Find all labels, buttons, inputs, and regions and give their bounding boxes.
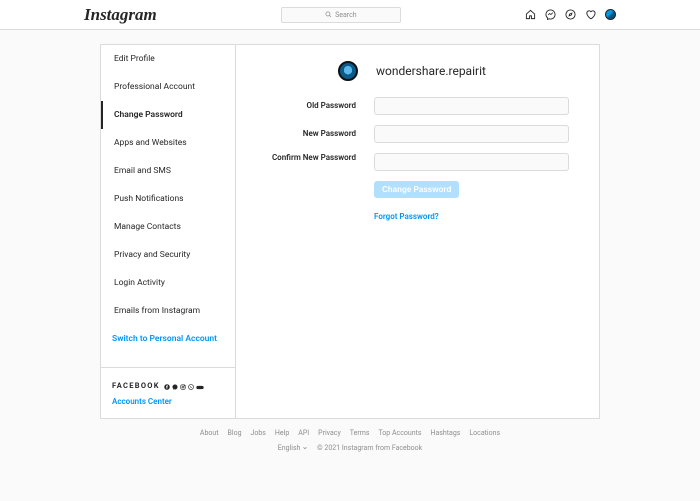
footer-link-privacy[interactable]: Privacy	[318, 429, 341, 437]
copyright-text: © 2021 Instagram from Facebook	[317, 444, 422, 452]
confirm-password-input[interactable]	[374, 153, 569, 171]
explore-icon[interactable]	[565, 9, 576, 20]
profile-header: wondershare.repairit	[338, 61, 569, 81]
footer-link-top-accounts[interactable]: Top Accounts	[378, 429, 421, 437]
switch-account-link[interactable]: Switch to Personal Account	[101, 325, 235, 353]
footer-link-help[interactable]: Help	[275, 429, 289, 437]
footer-link-blog[interactable]: Blog	[228, 429, 242, 437]
activity-icon[interactable]	[585, 9, 596, 20]
home-icon[interactable]	[525, 9, 536, 20]
forgot-password-link[interactable]: Forgot Password?	[374, 212, 569, 221]
sidebar-item-emails-instagram[interactable]: Emails from Instagram	[101, 297, 235, 325]
confirm-password-label: Confirm New Password	[266, 153, 356, 163]
sidebar-item-privacy-security[interactable]: Privacy and Security	[101, 241, 235, 269]
sidebar-footer: FACEBOOK Accounts Center	[101, 367, 235, 418]
profile-avatar[interactable]	[338, 61, 358, 81]
search-placeholder: Search	[335, 11, 357, 19]
footer-link-jobs[interactable]: Jobs	[251, 429, 266, 437]
sidebar-item-edit-profile[interactable]: Edit Profile	[101, 45, 235, 73]
search-icon	[325, 11, 332, 18]
messenger-icon[interactable]	[545, 9, 556, 20]
profile-avatar-icon[interactable]	[605, 9, 616, 20]
sidebar-item-apps-websites[interactable]: Apps and Websites	[101, 129, 235, 157]
new-password-label: New Password	[266, 125, 356, 139]
footer-link-hashtags[interactable]: Hashtags	[430, 429, 460, 437]
footer-link-api[interactable]: API	[298, 429, 309, 437]
nav-icons	[525, 9, 616, 20]
language-selector[interactable]: English	[278, 444, 308, 452]
accounts-center-link[interactable]: Accounts Center	[112, 397, 224, 406]
oculus-icon	[196, 383, 202, 389]
sidebar-item-email-sms[interactable]: Email and SMS	[101, 157, 235, 185]
new-password-input[interactable]	[374, 125, 569, 143]
search-input[interactable]: Search	[281, 7, 401, 23]
footer-links: About Blog Jobs Help API Privacy Terms T…	[100, 429, 600, 437]
footer-link-about[interactable]: About	[200, 429, 219, 437]
page-footer: About Blog Jobs Help API Privacy Terms T…	[100, 429, 600, 452]
old-password-label: Old Password	[266, 97, 356, 111]
sidebar-item-manage-contacts[interactable]: Manage Contacts	[101, 213, 235, 241]
sidebar-item-change-password[interactable]: Change Password	[101, 101, 235, 129]
instagram-logo[interactable]: Instagram	[84, 5, 157, 25]
facebook-icon	[164, 383, 170, 389]
messenger-small-icon	[172, 383, 178, 389]
sidebar-item-push-notifications[interactable]: Push Notifications	[101, 185, 235, 213]
sidebar-item-professional-account[interactable]: Professional Account	[101, 73, 235, 101]
settings-sidebar: Edit Profile Professional Account Change…	[101, 45, 236, 418]
footer-link-terms[interactable]: Terms	[350, 429, 370, 437]
top-navbar: Instagram Search	[0, 0, 700, 30]
old-password-input[interactable]	[374, 97, 569, 115]
settings-container: Edit Profile Professional Account Change…	[100, 44, 600, 419]
whatsapp-icon	[188, 383, 194, 389]
footer-link-locations[interactable]: Locations	[469, 429, 500, 437]
instagram-small-icon	[180, 383, 186, 389]
facebook-label: FACEBOOK	[112, 381, 202, 390]
username-text: wondershare.repairit	[376, 64, 486, 78]
main-content: wondershare.repairit Old Password New Pa…	[236, 45, 599, 418]
chevron-down-icon	[302, 445, 308, 451]
sidebar-item-login-activity[interactable]: Login Activity	[101, 269, 235, 297]
change-password-button[interactable]: Change Password	[374, 181, 459, 198]
